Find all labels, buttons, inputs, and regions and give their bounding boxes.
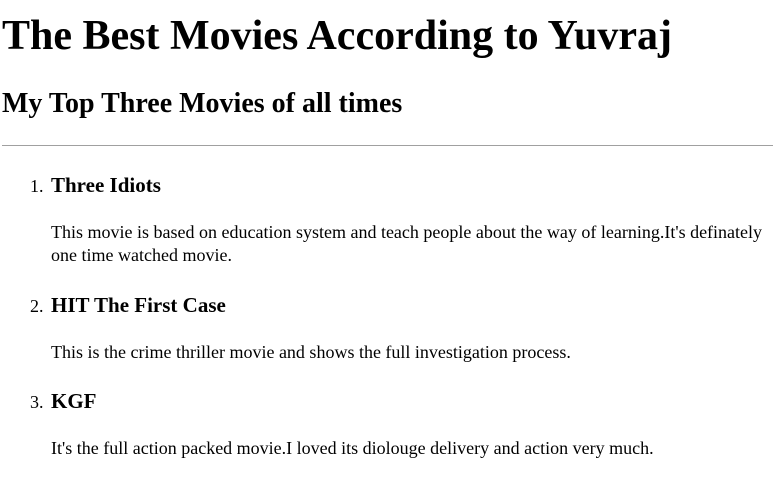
movie-title: HIT The First Case: [51, 293, 226, 317]
movie-title: KGF: [51, 389, 97, 413]
divider: [2, 145, 773, 146]
movie-description: This is the crime thriller movie and sho…: [51, 342, 571, 362]
page: The Best Movies According to Yuvraj My T…: [0, 0, 773, 500]
list-number: 1.: [30, 176, 44, 196]
page-subtitle: My Top Three Movies of all times: [2, 88, 403, 119]
page-title: The Best Movies According to Yuvraj: [2, 13, 673, 59]
list-number: 2.: [30, 296, 44, 316]
movie-description: This movie is based on education system …: [51, 222, 763, 265]
movie-title: Three Idiots: [51, 173, 161, 197]
movie-description: It's the full action packed movie.I love…: [51, 438, 654, 458]
list-number: 3.: [30, 392, 44, 412]
